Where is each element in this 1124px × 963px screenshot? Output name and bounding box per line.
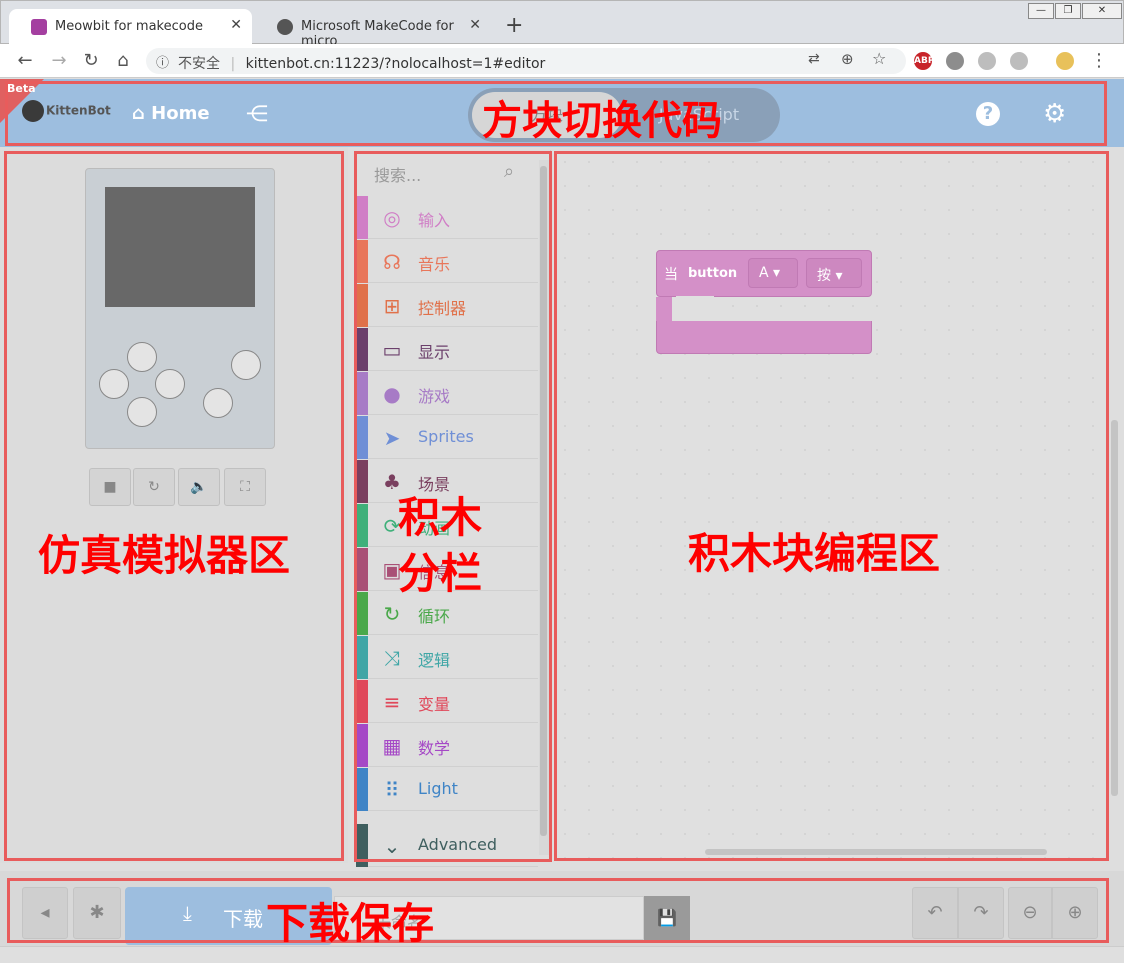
home-icon[interactable]: ⌂ [112,50,134,71]
security-label: 不安全 [178,56,220,72]
restore-icon[interactable]: ❐ [1055,3,1081,19]
translate-icon[interactable]: ⇄ [808,51,820,67]
star-icon[interactable]: ☆ [872,49,886,68]
shield-icon[interactable] [978,52,996,70]
url-input[interactable]: ⓘ 不安全 | kittenbot.cn:11223/?nolocalhost=… [146,48,906,74]
browser-tab-inactive[interactable]: Microsoft MakeCode for micro ✕ [255,9,491,49]
bottom-annotation-label: 下载保存 [266,899,435,948]
workspace-annotation-label: 积木块编程区 [688,529,941,578]
adblock-icon[interactable]: ABP [914,52,934,70]
workspace-annotation-box [554,151,1109,861]
toolbox-annotation-label-1: 积木 [398,493,483,542]
info-icon[interactable]: ⓘ [156,52,169,71]
makecode-favicon-icon [31,19,47,35]
page-hscroll[interactable] [0,946,1124,963]
check-shield-icon[interactable] [1010,52,1028,70]
bottom-annotation-box [7,878,1109,943]
globe-icon[interactable] [946,52,964,70]
avatar-icon[interactable] [1056,52,1074,70]
header-annotation-label: 方块切换代码 [482,98,722,144]
back-icon[interactable]: ← [14,50,36,71]
close-window-icon[interactable]: ✕ [1082,3,1122,19]
reload-icon[interactable]: ↻ [80,50,102,71]
tab-close-icon[interactable]: ✕ [230,17,242,33]
browser-tab-bar: Meowbit for makecode ✕ Microsoft MakeCod… [0,0,1124,49]
tab-close-icon[interactable]: ✕ [469,17,481,33]
new-tab-button[interactable]: + [505,13,523,38]
workspace-vscroll[interactable] [1111,420,1118,796]
tab-title: Meowbit for makecode [55,19,203,34]
simulator-annotation-box [4,151,344,861]
url-divider: | [230,56,236,72]
minimize-icon[interactable]: — [1028,3,1054,19]
browser-tab-active[interactable]: Meowbit for makecode ✕ [9,9,252,45]
simulator-annotation-label: 仿真模拟器区 [38,531,291,580]
zoom-icon[interactable]: ⊕ [841,50,854,68]
toolbox-annotation-label-2: 分栏 [398,549,483,598]
url-text: kittenbot.cn:11223/?nolocalhost=1#editor [245,56,546,72]
forward-icon[interactable]: → [48,50,70,71]
makecode-favicon-icon [277,19,293,35]
menu-icon[interactable]: ⋮ [1088,50,1110,71]
address-bar: ← → ↻ ⌂ ⓘ 不安全 | kittenbot.cn:11223/?nolo… [0,44,1124,78]
